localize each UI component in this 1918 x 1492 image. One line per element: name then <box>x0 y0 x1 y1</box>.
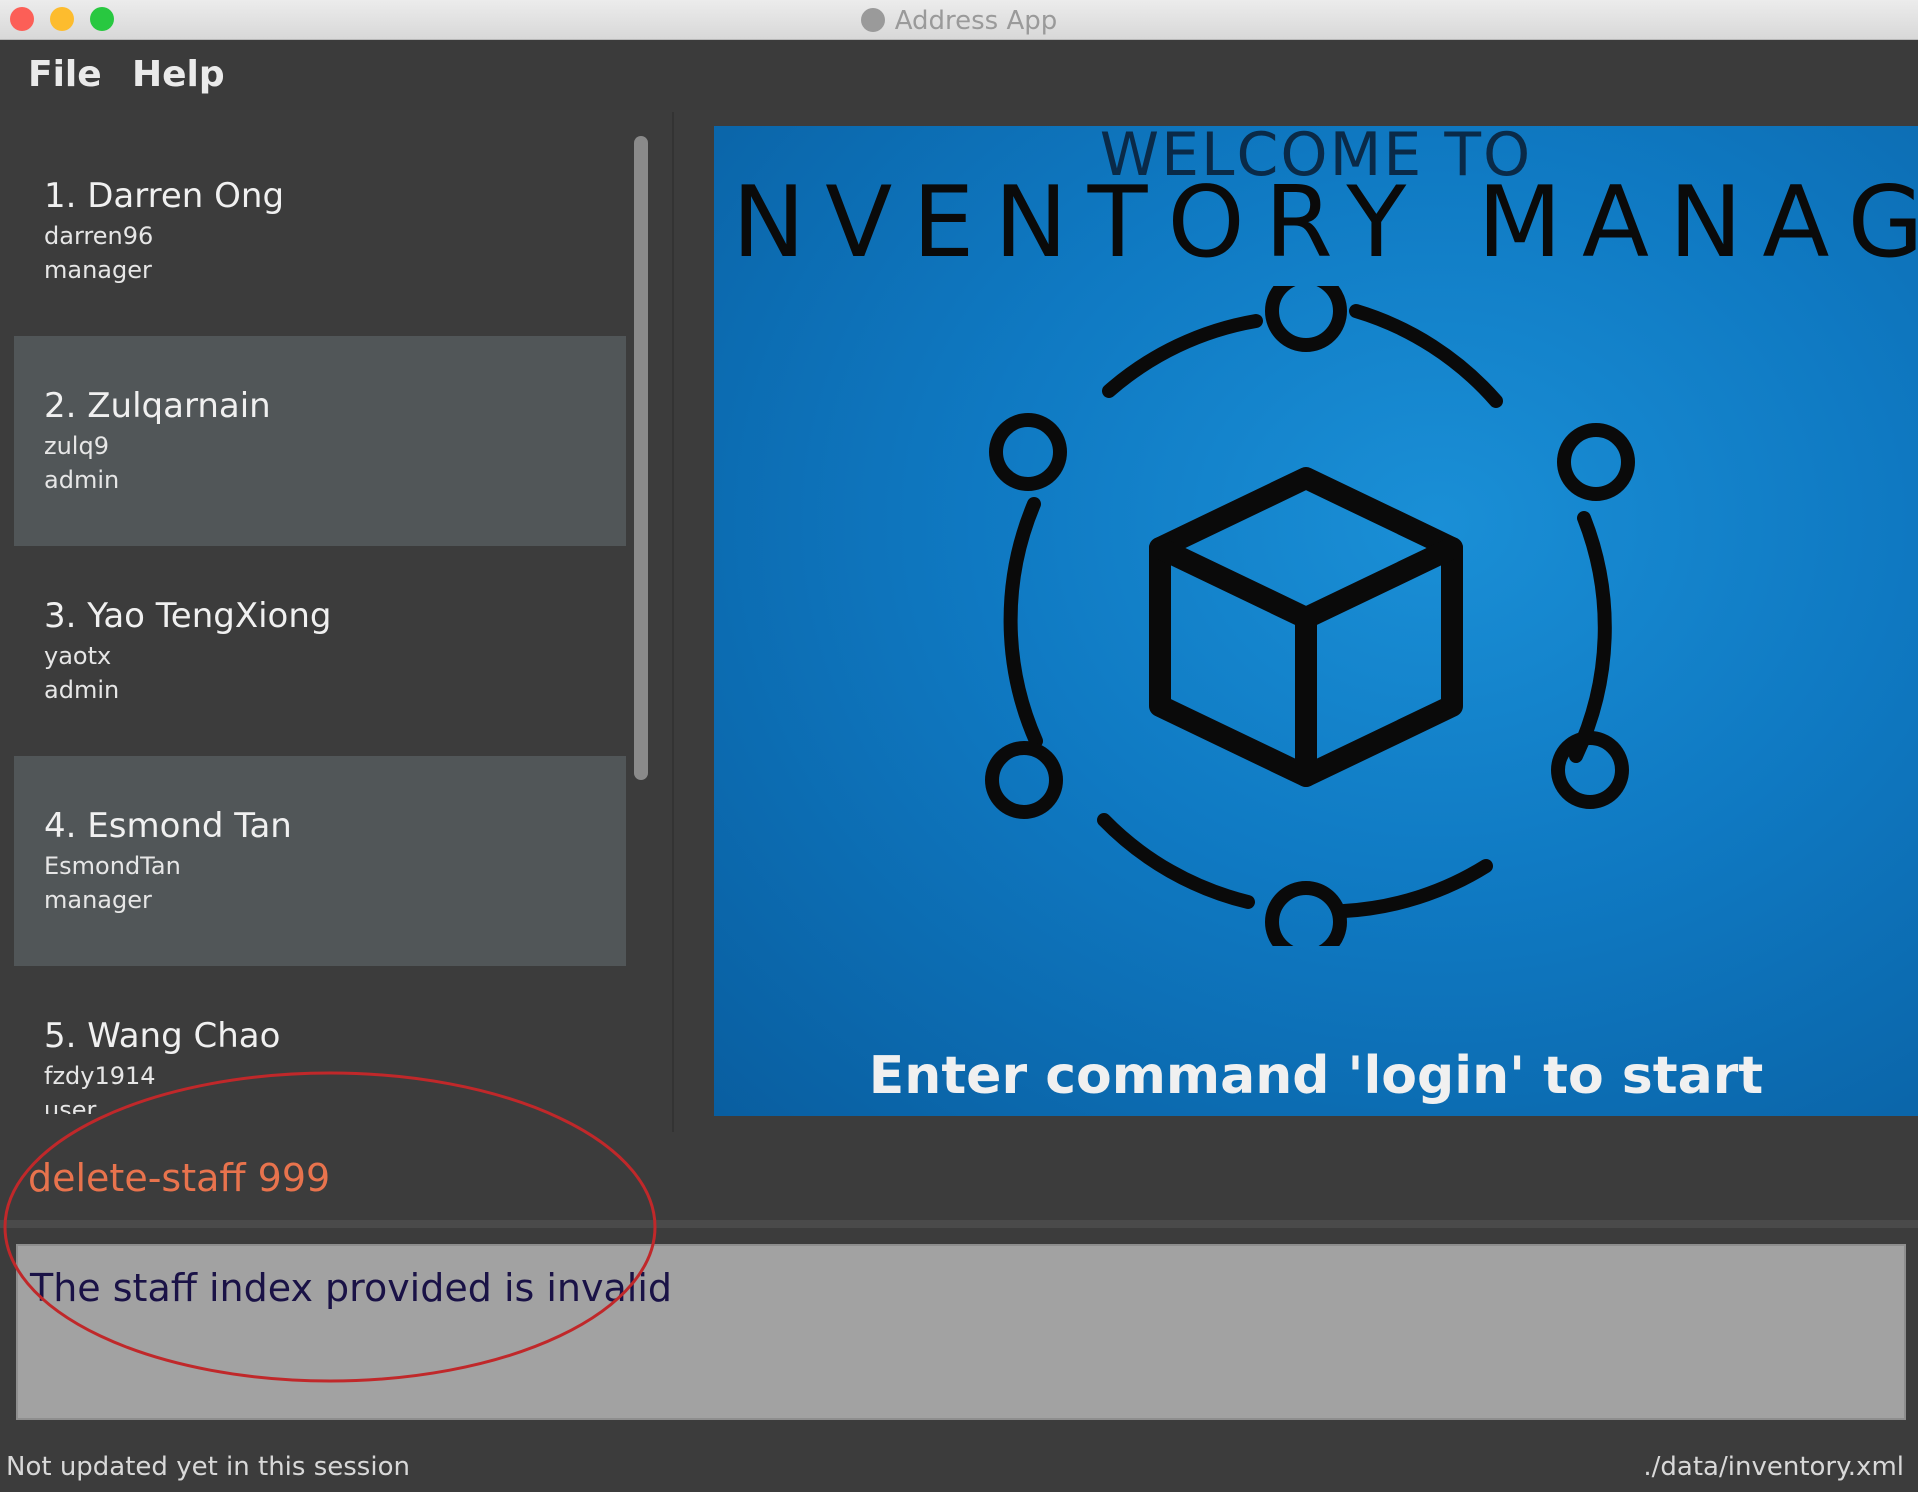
staff-list-panel: 1. Darren Ong darren96 manager 2. Zulqar… <box>14 126 626 1114</box>
command-input[interactable] <box>0 1134 1910 1224</box>
welcome-title: NVENTORY MANAGER <box>732 166 1918 280</box>
staff-card[interactable]: 5. Wang Chao fzdy1914 user <box>14 966 626 1114</box>
welcome-panel: WELCOME TO NVENTORY MANAGER Enter <box>714 126 1918 1116</box>
staff-username: yaotx <box>44 642 112 670</box>
staff-role: user <box>44 1096 97 1114</box>
ring-arc <box>1003 497 1043 748</box>
staff-role: admin <box>44 466 120 494</box>
staff-name: 3. Yao TengXiong <box>44 596 332 636</box>
ring-arc <box>1349 304 1503 408</box>
ring-node <box>985 741 1063 819</box>
ring-node <box>989 413 1067 491</box>
menu-bar: File Help <box>0 40 1918 110</box>
command-divider <box>0 1220 1918 1228</box>
staff-role: manager <box>44 886 152 914</box>
ring-node <box>1265 286 1347 352</box>
ring-arc <box>1097 813 1255 909</box>
staff-name: 2. Zulqarnain <box>44 386 271 426</box>
list-scrollbar-thumb[interactable] <box>634 136 648 780</box>
staff-card[interactable]: 2. Zulqarnain zulq9 admin <box>14 336 626 546</box>
staff-card[interactable]: 3. Yao TengXiong yaotx admin <box>14 546 626 756</box>
sync-status: Not updated yet in this session <box>6 1452 410 1482</box>
staff-name: 1. Darren Ong <box>44 176 285 216</box>
staff-username: EsmondTan <box>44 852 181 880</box>
inventory-logo-icon <box>985 286 1635 946</box>
app-icon <box>860 8 885 32</box>
welcome-caption: Enter command 'login' to start <box>868 1046 1764 1106</box>
staff-username: darren96 <box>44 222 154 250</box>
ring-node <box>1551 731 1629 809</box>
staff-username: fzdy1914 <box>44 1062 156 1090</box>
menu-file[interactable]: File <box>28 54 102 95</box>
staff-card[interactable]: 1. Darren Ong darren96 manager <box>14 126 626 336</box>
window-title: Address App <box>0 6 1918 36</box>
staff-role: manager <box>44 256 152 284</box>
ring-arc <box>1569 511 1612 763</box>
split-pane-divider[interactable] <box>672 112 674 1132</box>
ring-arc <box>1102 314 1263 398</box>
ring-arc <box>1337 859 1493 918</box>
staff-name: 5. Wang Chao <box>44 1016 281 1056</box>
window-title-text: Address App <box>894 6 1058 36</box>
ring-node <box>1557 423 1635 501</box>
result-message: The staff index provided is invalid <box>30 1266 673 1310</box>
save-location: ./data/inventory.xml <box>1643 1452 1904 1482</box>
staff-card[interactable]: 4. Esmond Tan EsmondTan manager <box>14 756 626 966</box>
staff-role: admin <box>44 676 120 704</box>
staff-name: 4. Esmond Tan <box>44 806 292 846</box>
status-bar: Not updated yet in this session ./data/i… <box>0 1440 1918 1492</box>
window-titlebar: Address App <box>0 0 1918 40</box>
ring-node <box>1265 881 1347 946</box>
menu-help[interactable]: Help <box>132 54 225 95</box>
staff-username: zulq9 <box>44 432 109 460</box>
result-display: The staff index provided is invalid <box>16 1244 1906 1420</box>
